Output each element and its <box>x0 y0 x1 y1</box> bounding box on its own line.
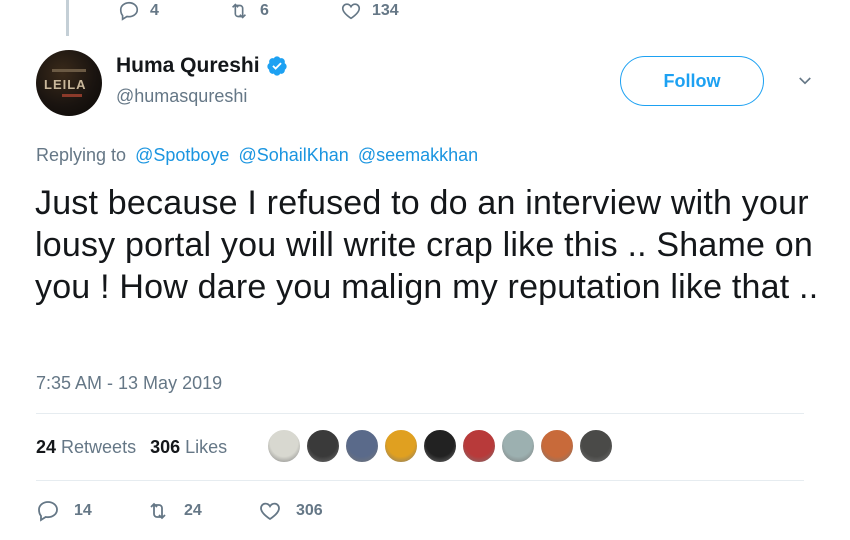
liker-avatar[interactable] <box>500 428 536 464</box>
prev-retweet-count: 6 <box>260 2 269 19</box>
heart-icon <box>260 502 280 521</box>
chevron-down-icon[interactable] <box>796 72 814 90</box>
liker-avatar[interactable] <box>422 428 458 464</box>
avatar[interactable]: LEILA <box>36 50 102 116</box>
reply-icon <box>119 1 139 21</box>
prev-reply-count: 4 <box>150 2 159 19</box>
retweet-action[interactable]: 24 <box>146 499 258 523</box>
heart-icon <box>341 3 361 20</box>
liker-avatar[interactable] <box>305 428 341 464</box>
prev-retweet-action[interactable]: 6 <box>228 0 340 22</box>
author-display-name[interactable]: Huma Qureshi <box>116 54 260 78</box>
retweets-stat-count: 24 <box>36 437 57 457</box>
retweet-count: 24 <box>184 502 202 519</box>
reply-icon <box>38 501 58 522</box>
reply-action[interactable]: 14 <box>36 499 146 523</box>
liker-avatar[interactable] <box>266 428 302 464</box>
likes-stat[interactable]: 306 Likes <box>150 437 227 458</box>
author-names: Huma Qureshi @humasqureshi <box>116 54 288 107</box>
follow-button[interactable]: Follow <box>620 56 764 106</box>
likes-stat-label: Likes <box>185 437 228 457</box>
liker-avatar[interactable] <box>344 428 380 464</box>
like-action[interactable]: 306 <box>258 499 323 523</box>
reply-count: 14 <box>74 502 92 519</box>
prev-reply-action[interactable]: 4 <box>118 0 228 22</box>
thread-connector-line <box>66 0 69 36</box>
prev-like-action[interactable]: 134 <box>340 0 399 22</box>
liker-avatar[interactable] <box>461 428 497 464</box>
liker-avatar[interactable] <box>383 428 419 464</box>
divider <box>36 480 804 481</box>
retweet-icon <box>231 3 247 19</box>
retweets-stat[interactable]: 24 Retweets <box>36 437 136 458</box>
tweet-timestamp[interactable]: 7:35 AM - 13 May 2019 <box>36 373 222 394</box>
retweets-stat-label: Retweets <box>61 437 137 457</box>
author-handle[interactable]: @humasqureshi <box>116 86 288 107</box>
avatar-logo-text: LEILA <box>44 77 87 92</box>
tweet-stats: 24 Retweets 306 Likes <box>36 437 227 458</box>
tweet-actions: 14 24 306 <box>36 499 323 523</box>
replying-to-line: Replying to @Spotboye @SohailKhan @seema… <box>36 145 478 166</box>
retweet-icon <box>150 502 166 520</box>
avatar-decoration-top <box>52 69 86 72</box>
author-display-name-row[interactable]: Huma Qureshi <box>116 54 288 78</box>
divider <box>36 413 804 414</box>
likes-stat-count: 306 <box>150 437 181 457</box>
tweet-header: LEILA Huma Qureshi @humasqureshi Follow <box>36 50 814 120</box>
replying-prefix: Replying to <box>36 145 127 165</box>
mention-link-spotboye[interactable]: @Spotboye <box>135 145 229 165</box>
previous-tweet-actions: 4 6 134 <box>118 0 399 22</box>
avatar-decoration-bottom <box>62 94 82 97</box>
mention-link-seemakkhan[interactable]: @seemakkhan <box>358 145 478 165</box>
tweet-text: Just because I refused to do an intervie… <box>35 184 819 306</box>
liker-avatar[interactable] <box>539 428 575 464</box>
mention-link-sohailkhan[interactable]: @SohailKhan <box>238 145 348 165</box>
like-count: 306 <box>296 502 323 519</box>
prev-like-count: 134 <box>372 2 399 19</box>
verified-badge-icon <box>266 56 287 76</box>
liker-avatar[interactable] <box>578 428 614 464</box>
